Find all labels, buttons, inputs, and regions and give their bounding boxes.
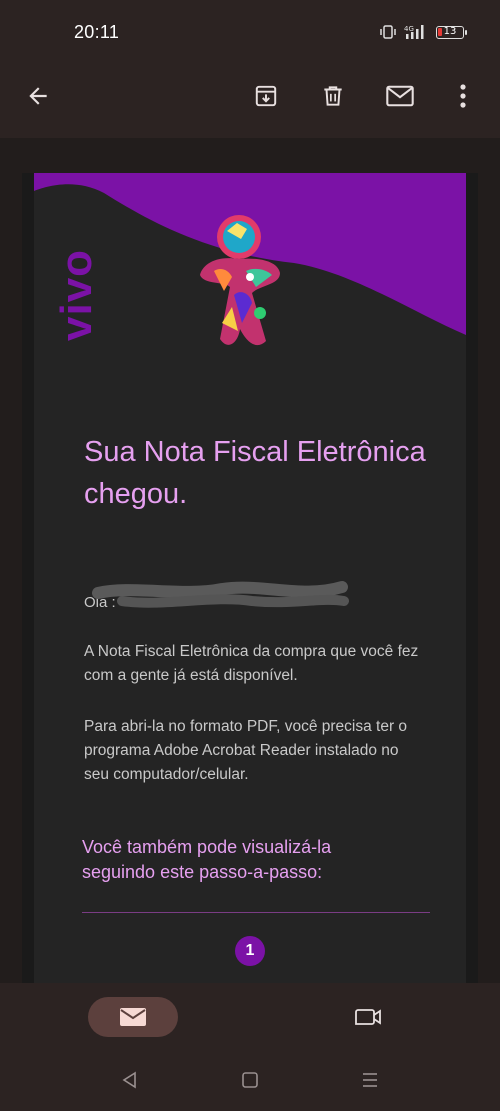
- system-home-button[interactable]: [235, 1067, 265, 1093]
- email-title: Sua Nota Fiscal Eletrônica chegou.: [84, 436, 426, 510]
- email-body[interactable]: vivo Sua Nota Fiscal Eletrônica chegou. …: [22, 173, 478, 983]
- mark-unread-button[interactable]: [378, 74, 422, 118]
- status-time: 20:11: [74, 22, 120, 42]
- status-icons: 4G 13: [380, 24, 467, 40]
- archive-download-icon: [255, 85, 277, 107]
- divider: [82, 912, 430, 913]
- battery-icon: 13: [436, 25, 467, 39]
- square-home-icon: [242, 1072, 258, 1088]
- email-subtitle: Você também pode visualizá-la seguindo e…: [82, 837, 332, 882]
- signal-icon: 4G: [404, 25, 424, 39]
- redaction-mark: [92, 581, 349, 608]
- back-arrow-icon: [29, 87, 47, 105]
- step-number-badge: 1: [235, 936, 265, 966]
- network-type-label: 4G: [404, 25, 414, 33]
- system-back-button[interactable]: [115, 1067, 145, 1093]
- mail-icon: [386, 85, 414, 107]
- more-vert-icon: [460, 84, 466, 108]
- delete-button[interactable]: [311, 74, 355, 118]
- more-options-button[interactable]: [441, 74, 485, 118]
- nav-meet-tab[interactable]: [346, 997, 390, 1037]
- vibrate-icon: [380, 25, 396, 39]
- email-paragraph-1: A Nota Fiscal Eletrônica da compra que v…: [84, 643, 419, 684]
- menu-lines-icon: [363, 1073, 377, 1087]
- system-recents-button[interactable]: [355, 1067, 385, 1093]
- bottom-nav: [0, 983, 500, 1111]
- vivo-logo: vivo: [52, 231, 101, 341]
- vivo-logo-text: vivo: [52, 248, 101, 341]
- battery-level: 13: [443, 25, 457, 37]
- archive-button[interactable]: [244, 74, 288, 118]
- system-nav-bar: [0, 1063, 500, 1097]
- app-bar: [0, 62, 500, 138]
- nav-mail-tab[interactable]: [88, 997, 178, 1037]
- status-bar: 20:11 4G 13: [0, 0, 500, 62]
- back-button[interactable]: [16, 74, 60, 118]
- email-paragraph-2: Para abri-la no formato PDF, você precis…: [84, 718, 408, 783]
- mascot-illustration: [200, 215, 280, 346]
- triangle-back-icon: [122, 1071, 136, 1089]
- trash-icon: [324, 86, 342, 106]
- mail-icon: [120, 1008, 146, 1026]
- video-camera-icon: [355, 1009, 381, 1025]
